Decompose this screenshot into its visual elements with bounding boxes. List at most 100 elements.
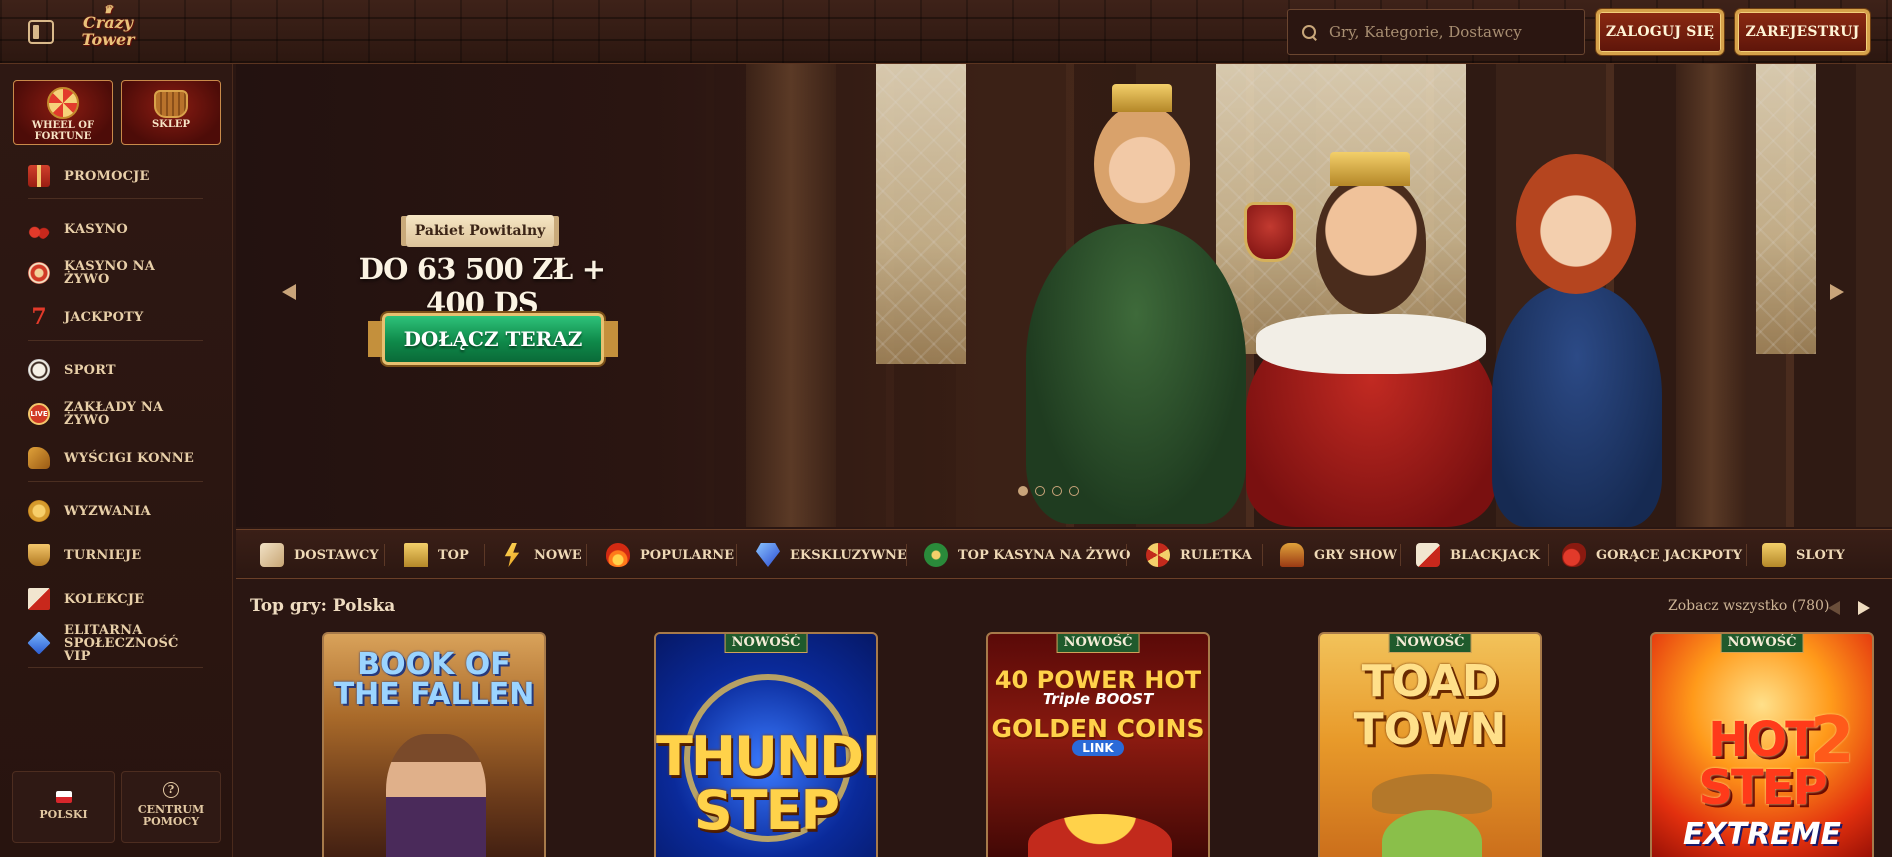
category-popularne[interactable]: POPULARNE [606, 540, 734, 570]
category-label: GORĄCE JACKPOTY [1596, 547, 1743, 563]
category-divider [384, 544, 385, 566]
basket-icon [154, 90, 188, 118]
sidebar-item-promocje[interactable]: PROMOCJE [28, 160, 203, 192]
category-bar: DOSTAWCY TOP NOWE POPULARNE EKSKLUZYWNE … [236, 529, 1892, 579]
sidebar-divider [28, 667, 203, 668]
game-card-book-of-the-fallen[interactable]: BOOK OF THE FALLEN [322, 632, 546, 857]
show-icon [1280, 543, 1304, 567]
top-games-title: Top gry: Polska [250, 596, 396, 616]
sidebar-item-kolekcje[interactable]: KOLEKCJE [28, 583, 203, 615]
sidebar-item-kasyno[interactable]: KASYNO [28, 213, 203, 245]
link-badge: LINK [1072, 740, 1124, 756]
sidebar-item-wyzwania[interactable]: WYZWANIA [28, 495, 203, 527]
help-center-button[interactable]: ? CENTRUM POMOCY [121, 771, 221, 843]
sidebar-item-wyscigi-konne[interactable]: WYŚCIGI KONNE [28, 442, 203, 474]
wheel-icon [47, 87, 79, 119]
cards-icon [1416, 543, 1440, 567]
sidebar-item-jackpoty[interactable]: 7 JACKPOTY [28, 301, 203, 333]
hero-pillar [746, 64, 836, 527]
hero-window [1756, 64, 1816, 354]
game-card-thunder-step[interactable]: NOWOŚĆ THUNDER STEP [654, 632, 878, 857]
see-all-link[interactable]: Zobacz wszystko (780) [1668, 598, 1829, 614]
category-top[interactable]: TOP [404, 540, 469, 570]
category-label: SLOTY [1796, 547, 1845, 563]
sidebar-item-turnieje[interactable]: TURNIEJE [28, 539, 203, 571]
wheel-of-fortune-tile[interactable]: WHEEL OF FORTUNE [13, 80, 113, 145]
sidebar-item-vip[interactable]: ELITARNA SPOŁECZNOŚĆ VIP [27, 624, 203, 663]
queen-figure [1026, 224, 1246, 524]
hero-next-arrow-icon[interactable] [1830, 284, 1844, 300]
login-button[interactable]: ZALOGUJ SIĘ [1596, 9, 1724, 55]
lightning-icon [504, 543, 520, 567]
language-label: POLSKI [39, 808, 88, 821]
roulette-icon [1146, 543, 1170, 567]
sidebar-item-label: KASYNO [64, 221, 128, 237]
hero-pillar [1676, 64, 1746, 527]
help-icon: ? [163, 782, 179, 798]
cherry-icon [28, 218, 50, 240]
category-divider [1548, 544, 1549, 566]
category-label: GRY SHOW [1314, 547, 1397, 563]
hero-banner[interactable]: Pakiet Powitalny DO 63 500 ZŁ + 400 DS D… [236, 64, 1892, 527]
lady-head [1516, 154, 1636, 294]
slide-dot[interactable] [1052, 486, 1062, 496]
shop-tile[interactable]: SKLEP [121, 80, 221, 145]
live-chip-icon [924, 543, 948, 567]
slide-dot[interactable] [1035, 486, 1045, 496]
category-label: BLACKJACK [1450, 547, 1540, 563]
category-gry-show[interactable]: GRY SHOW [1280, 540, 1397, 570]
search-box[interactable] [1287, 9, 1585, 55]
game-card-toad-town[interactable]: NOWOŚĆ TOAD TOWN [1318, 632, 1542, 857]
category-nowe[interactable]: NOWE [500, 540, 582, 570]
language-selector[interactable]: POLSKI [12, 771, 115, 843]
category-ruletka[interactable]: RULETKA [1146, 540, 1252, 570]
slide-dot[interactable] [1069, 486, 1079, 496]
category-divider [1746, 544, 1747, 566]
category-ekskluzywne[interactable]: EKSKLUZYWNE [756, 540, 907, 570]
sidebar-toggle-icon[interactable] [28, 20, 54, 44]
search-input[interactable] [1329, 23, 1569, 41]
slide-dot[interactable] [1018, 486, 1028, 496]
carousel-next-icon[interactable] [1858, 601, 1870, 615]
category-divider [1126, 544, 1127, 566]
register-button[interactable]: ZAREJESTRUJ [1735, 9, 1870, 55]
crown-icon [404, 543, 428, 567]
join-now-button[interactable]: DOŁĄCZ TERAZ [336, 305, 650, 373]
crazy-tower-logo[interactable]: ♛ Crazy Tower [80, 4, 136, 56]
join-now-label: DOŁĄCZ TERAZ [382, 313, 604, 365]
category-label: NOWE [534, 547, 582, 563]
sidebar-item-sport[interactable]: SPORT [28, 354, 203, 386]
hot-pepper-icon [1562, 543, 1586, 567]
chip-icon [28, 262, 50, 284]
goblet-icon [1244, 202, 1296, 262]
sidebar-divider [28, 481, 203, 482]
carousel-prev-icon[interactable] [1828, 601, 1840, 615]
game-card-40-power-hot[interactable]: NOWOŚĆ 40 POWER HOT Triple BOOST GOLDEN … [986, 632, 1210, 857]
game-subtitle: EXTREME [1682, 817, 1842, 852]
category-dostawcy[interactable]: DOSTAWCY [260, 540, 379, 570]
sidebar-item-kasyno-na-zywo[interactable]: KASYNO NA ŻYWO [28, 257, 203, 289]
cowboy-art [386, 734, 486, 857]
sidebar-item-label: SPORT [64, 362, 116, 378]
new-badge: NOWOŚĆ [1720, 634, 1804, 653]
category-top-kasyna-na-zywo[interactable]: TOP KASYNA NA ŻYWO [924, 540, 1131, 570]
category-divider [1262, 544, 1263, 566]
slide-indicator [1018, 486, 1079, 496]
game-card-hot-step-2-extreme[interactable]: NOWOŚĆ HOT STEP 2 EXTREME [1650, 632, 1874, 857]
hero-prev-arrow-icon[interactable] [282, 284, 296, 300]
top-header: ♛ Crazy Tower ZALOGUJ SIĘ ZAREJESTRUJ [0, 0, 1892, 64]
sidebar-divider [28, 198, 203, 199]
category-blackjack[interactable]: BLACKJACK [1416, 540, 1540, 570]
category-divider [1400, 544, 1401, 566]
category-gorace-jackpoty[interactable]: GORĄCE JACKPOTY [1562, 540, 1742, 570]
diamond-icon [27, 631, 51, 655]
sidebar-item-zaklady-na-zywo[interactable]: LIVE ZAKŁADY NA ŻYWO [28, 398, 203, 430]
category-label: TOP KASYNA NA ŻYWO [958, 547, 1131, 563]
game-title: 40 POWER HOT [994, 666, 1202, 694]
medal-icon [28, 500, 50, 522]
category-sloty[interactable]: SLOTY [1762, 540, 1845, 570]
game-title-line2: GOLDEN COINS [991, 714, 1205, 743]
welcome-package-ribbon: Pakiet Powitalny [406, 215, 554, 247]
king-ermine-collar [1256, 314, 1486, 374]
trophy-icon [28, 544, 50, 566]
